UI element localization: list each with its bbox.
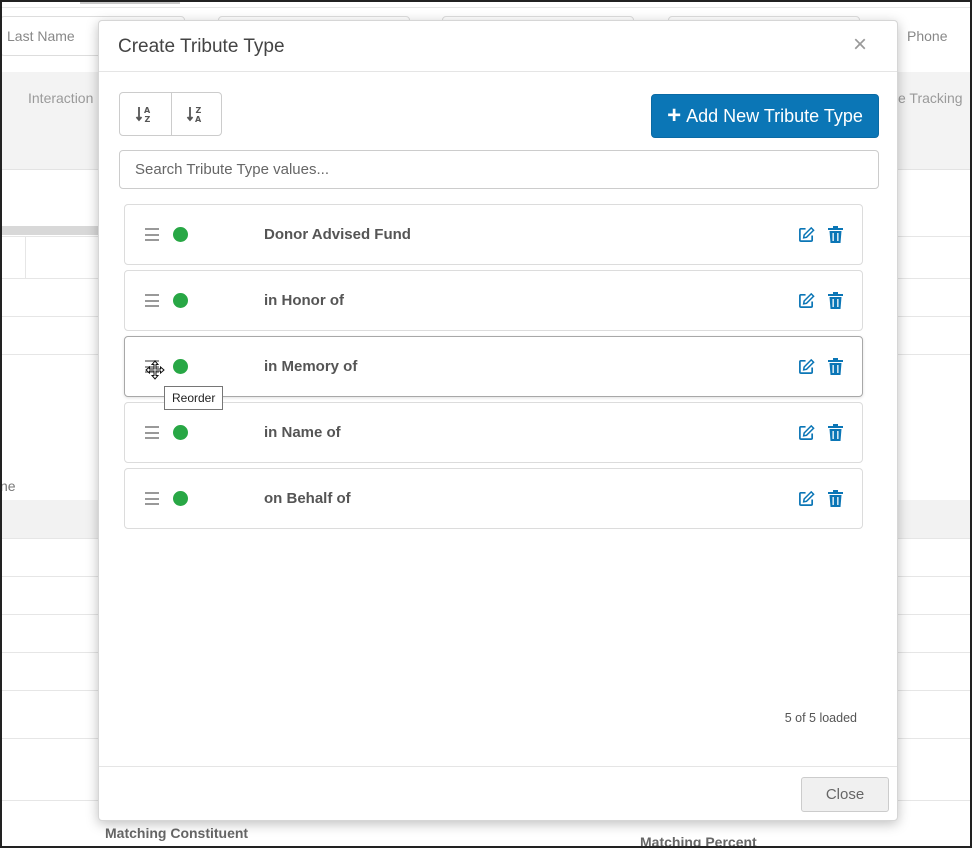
modal-header: Create Tribute Type × xyxy=(99,21,897,72)
edit-icon[interactable] xyxy=(798,226,815,243)
sort-alpha-asc-icon: A Z xyxy=(136,106,151,124)
svg-text:Z: Z xyxy=(145,115,151,124)
sort-alpha-desc-icon: Z A xyxy=(187,106,202,124)
tribute-type-list: Donor Advised Fund in Honor of in Memory… xyxy=(124,204,863,534)
list-item: in Honor of xyxy=(124,270,863,331)
add-button-label: Add New Tribute Type xyxy=(686,105,863,126)
svg-text:A: A xyxy=(144,106,151,115)
background-side-text: ne xyxy=(0,478,16,494)
svg-text:A: A xyxy=(195,115,202,124)
trash-icon[interactable] xyxy=(828,424,843,441)
tracking-label: e Tracking xyxy=(898,90,963,106)
close-icon[interactable]: × xyxy=(853,33,867,57)
item-label: on Behalf of xyxy=(264,490,351,507)
item-label: in Honor of xyxy=(264,292,344,309)
column-header-phone: Phone xyxy=(907,28,948,44)
matching-percent-label: Matching Percent xyxy=(640,834,757,848)
background-divider xyxy=(25,236,26,278)
drag-handle-icon[interactable] xyxy=(145,492,159,505)
edit-icon[interactable] xyxy=(798,424,815,441)
modal-title: Create Tribute Type xyxy=(118,36,285,57)
svg-text:Z: Z xyxy=(196,106,202,115)
sort-button-group: A Z Z A xyxy=(119,92,222,136)
edit-icon[interactable] xyxy=(798,490,815,507)
interaction-label: Interaction xyxy=(28,90,94,106)
list-item: on Behalf of xyxy=(124,468,863,529)
column-header-last-name: Last Name xyxy=(7,28,75,44)
edit-icon[interactable] xyxy=(798,292,815,309)
drag-handle-icon[interactable] xyxy=(145,294,159,307)
reorder-tooltip: Reorder xyxy=(164,386,224,410)
drag-handle-icon[interactable] xyxy=(145,426,159,439)
status-dot xyxy=(173,227,188,242)
top-strip xyxy=(0,0,972,8)
item-label: in Name of xyxy=(264,424,341,441)
status-dot xyxy=(173,491,188,506)
matching-constituent-label: Matching Constituent xyxy=(105,825,249,841)
item-label: in Memory of xyxy=(264,358,358,375)
search-input[interactable] xyxy=(119,150,879,189)
sort-ascending-button[interactable]: A Z xyxy=(120,93,171,135)
plus-icon: + xyxy=(667,102,682,129)
list-item: in Memory of xyxy=(124,336,863,397)
background-shade-right xyxy=(895,500,972,538)
list-item: in Name of xyxy=(124,402,863,463)
edit-icon[interactable] xyxy=(798,358,815,375)
modal-footer xyxy=(99,766,897,822)
drag-handle-icon[interactable] xyxy=(145,228,159,241)
status-dot xyxy=(173,425,188,440)
background-scrollbar xyxy=(0,226,100,235)
trash-icon[interactable] xyxy=(828,292,843,309)
create-tribute-type-modal: Create Tribute Type × A Z Z A + Add New … xyxy=(98,20,898,821)
close-button[interactable]: Close xyxy=(801,777,889,812)
status-dot xyxy=(173,359,188,374)
add-new-tribute-type-button[interactable]: + Add New Tribute Type xyxy=(651,94,879,138)
trash-icon[interactable] xyxy=(828,358,843,375)
status-dot xyxy=(173,293,188,308)
trash-icon[interactable] xyxy=(828,226,843,243)
item-label: Donor Advised Fund xyxy=(264,226,411,243)
sort-descending-button[interactable]: Z A xyxy=(170,93,222,135)
list-item: Donor Advised Fund xyxy=(124,204,863,265)
loaded-count: 5 of 5 loaded xyxy=(784,711,857,725)
background-shade-left xyxy=(0,500,100,538)
top-tab-indicator xyxy=(80,0,180,4)
trash-icon[interactable] xyxy=(828,490,843,507)
move-cursor-icon xyxy=(145,360,165,380)
